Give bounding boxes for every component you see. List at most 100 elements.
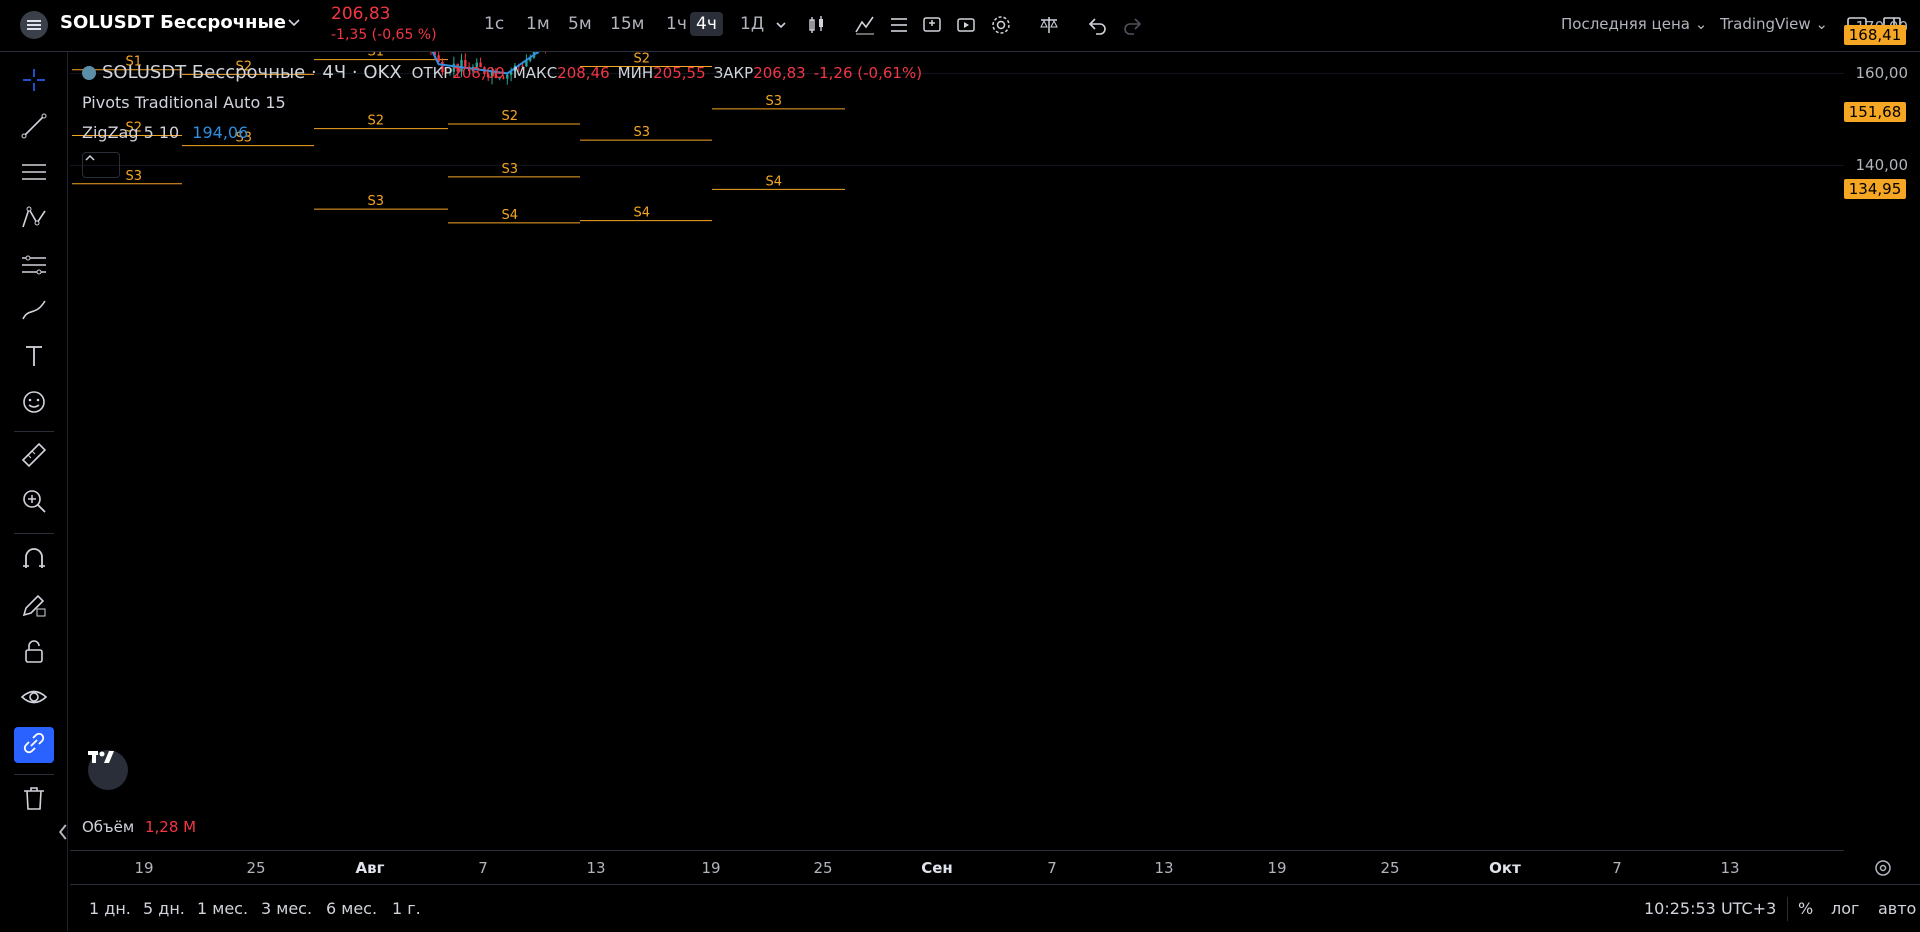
text-tool[interactable] bbox=[14, 340, 54, 376]
volume-legend[interactable]: Объём 1,28 M bbox=[82, 818, 196, 836]
settings-gear-icon[interactable] bbox=[989, 13, 1013, 37]
time-tick: 7 bbox=[1047, 859, 1057, 877]
toolbar-divider bbox=[14, 431, 54, 432]
price-chart[interactable]: S1S2S3S2S3S1S2S3S2S3S4S2S3S4S3S4 bbox=[70, 52, 1844, 807]
clock[interactable]: 10:25:53 UTC+3 bbox=[1644, 899, 1776, 918]
drawing-toolbar bbox=[0, 52, 68, 931]
magnet-tool[interactable] bbox=[14, 543, 54, 579]
tradingview-logo[interactable] bbox=[88, 750, 128, 790]
range-3m[interactable]: 3 мес. bbox=[261, 899, 312, 918]
pivot-level-label: S3 bbox=[765, 94, 782, 109]
timeframe-1m[interactable]: 1м bbox=[520, 12, 556, 36]
link-icon bbox=[19, 728, 49, 762]
candles-type-icon[interactable] bbox=[805, 13, 829, 37]
legend-low: 205,55 bbox=[653, 63, 706, 82]
replay-icon[interactable] bbox=[954, 13, 978, 37]
channel-lines-icon bbox=[19, 157, 49, 191]
pivot-level-label: S3 bbox=[501, 162, 518, 177]
volume-label: Объём bbox=[82, 818, 135, 836]
time-tick: Окт bbox=[1489, 859, 1521, 877]
time-tick: 13 bbox=[1720, 859, 1740, 877]
pivots-legend[interactable]: Pivots Traditional Auto 15 bbox=[82, 93, 286, 112]
sync-drawings-tool[interactable] bbox=[14, 727, 54, 763]
price-tick: 140,00 bbox=[1855, 156, 1909, 175]
bottom-divider bbox=[1787, 897, 1788, 921]
alert-icon[interactable] bbox=[920, 13, 944, 37]
time-axis[interactable]: 19 25 Авг 7 13 19 25 Сен 7 13 19 25 Окт 7 13 bbox=[70, 850, 1891, 885]
log-toggle[interactable]: лог bbox=[1831, 899, 1859, 918]
indicator-templates-icon[interactable] bbox=[887, 13, 911, 37]
range-6m[interactable]: 6 мес. bbox=[326, 899, 377, 918]
timeframe-1h[interactable]: 1ч bbox=[660, 12, 693, 36]
crosshair-tool[interactable] bbox=[14, 64, 54, 100]
chevron-down-icon[interactable] bbox=[286, 14, 302, 30]
time-axis-settings-icon[interactable] bbox=[1872, 857, 1894, 879]
layout-dropdown[interactable]: TradingView ⌄ bbox=[1720, 15, 1828, 33]
pivot-level-label: S4 bbox=[633, 206, 650, 221]
brush-tool[interactable] bbox=[14, 294, 54, 330]
ruler-icon bbox=[19, 440, 49, 474]
stay-drawing-tool[interactable] bbox=[14, 589, 54, 625]
zigzag-legend[interactable]: ZigZag 5 10 194,06 bbox=[82, 123, 248, 142]
layout-name: TradingView bbox=[1720, 15, 1811, 33]
chart-pane[interactable]: S1 S2 S3 S2 S3 S1 S2 S3 S2 S3 S4 S2 S3 S4 S3 S4 SOLUSDT… bbox=[70, 52, 1844, 836]
trend-line-tool[interactable] bbox=[14, 110, 54, 146]
indicators-icon[interactable] bbox=[853, 13, 877, 37]
range-5d[interactable]: 5 дн. bbox=[143, 899, 185, 918]
last-price: 206,83 bbox=[331, 4, 391, 24]
pencil-lock-icon bbox=[19, 590, 49, 624]
timeframe-15m[interactable]: 15м bbox=[604, 12, 650, 36]
range-1m[interactable]: 1 мес. bbox=[197, 899, 248, 918]
timeframe-4h[interactable]: 4ч bbox=[690, 12, 723, 36]
ruler-tool[interactable] bbox=[14, 439, 54, 475]
remove-drawings-tool[interactable] bbox=[14, 782, 54, 818]
range-1y[interactable]: 1 г. bbox=[392, 899, 421, 918]
timeframe-1s[interactable]: 1с bbox=[478, 12, 510, 36]
pivot-price-label: 134,95 bbox=[1844, 178, 1906, 199]
horizontal-lines-tool[interactable] bbox=[14, 156, 54, 192]
percent-toggle[interactable]: % bbox=[1798, 899, 1813, 918]
chevron-up-icon bbox=[85, 154, 95, 161]
symbol-logo-icon[interactable] bbox=[20, 11, 48, 39]
pivot-level-label: S2 bbox=[501, 109, 518, 124]
zoom-tool[interactable] bbox=[14, 485, 54, 521]
toolbar-divider bbox=[14, 533, 54, 534]
price-axis[interactable]: 260,00240,00230,00220,00210,00190,00180,… bbox=[1844, 18, 1920, 807]
legend-low-label: МИН bbox=[617, 63, 654, 82]
range-1d[interactable]: 1 дн. bbox=[89, 899, 131, 918]
hide-drawings-tool[interactable] bbox=[14, 681, 54, 717]
collapse-toolbar-chevron-icon[interactable] bbox=[56, 822, 70, 842]
timeframe-1d[interactable]: 1Д bbox=[734, 12, 770, 36]
time-tick: 7 bbox=[1612, 859, 1622, 877]
legend-close-label: ЗАКР bbox=[713, 63, 754, 82]
crosshair-icon bbox=[19, 65, 49, 99]
legend-open-label: ОТКР bbox=[411, 63, 453, 82]
auto-toggle[interactable]: авто bbox=[1878, 899, 1916, 918]
pattern-tool[interactable] bbox=[14, 202, 54, 238]
smiley-icon bbox=[19, 387, 49, 421]
legend-high: 208,46 bbox=[557, 63, 610, 82]
pivot-level-label: S2 bbox=[367, 114, 384, 129]
volume-value: 1,28 M bbox=[144, 818, 197, 836]
undo-icon[interactable] bbox=[1086, 13, 1110, 37]
symbol-name[interactable]: SOLUSDT Бессрочные bbox=[60, 12, 286, 33]
time-tick: 19 bbox=[701, 859, 721, 877]
redo-icon[interactable] bbox=[1120, 13, 1144, 37]
pivots-indicator-name: Pivots Traditional Auto 15 bbox=[82, 93, 286, 112]
lock-drawings-tool[interactable] bbox=[14, 635, 54, 671]
brush-icon bbox=[19, 295, 49, 329]
legend-title: SOLUSDT Бессрочные · 4Ч · OKX bbox=[102, 62, 402, 83]
legend-high-label: МАКС bbox=[512, 63, 558, 82]
tradingview-app: SOLUSDT Бессрочные 206,83 -1,35 (-0,65 %… bbox=[0, 0, 1920, 931]
compare-scales-icon[interactable] bbox=[1037, 13, 1061, 37]
timeframe-5m[interactable]: 5м bbox=[562, 12, 598, 36]
prediction-tool[interactable] bbox=[14, 248, 54, 284]
zigzag-indicator-name: ZigZag 5 10 bbox=[82, 123, 180, 142]
timeframe-more-chevron-icon[interactable] bbox=[769, 13, 793, 37]
time-tick: 19 bbox=[1267, 859, 1287, 877]
pivot-level-label: S3 bbox=[367, 194, 384, 209]
pivot-level-label: S1 bbox=[367, 52, 384, 60]
collapse-legend-button[interactable] bbox=[82, 152, 120, 178]
emoji-tool[interactable] bbox=[14, 386, 54, 422]
price-source-dropdown[interactable]: Последняя цена ⌄ bbox=[1561, 15, 1707, 33]
